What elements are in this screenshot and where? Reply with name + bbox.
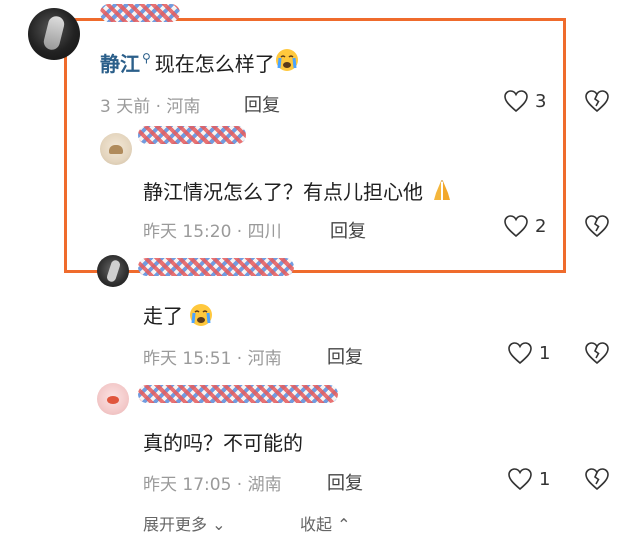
comment-text-row: 静江情况怎么了？有点儿担心他: [143, 176, 455, 209]
comment-meta: 昨天 15:51 · 河南: [143, 349, 282, 369]
crying-face-icon: [275, 48, 299, 77]
author-badge-icon: ⚲: [142, 50, 151, 65]
like-button[interactable]: 3: [503, 89, 546, 113]
reply-button[interactable]: 回复: [244, 91, 280, 117]
comment-text: 走了: [143, 304, 183, 328]
broken-heart-icon: [585, 90, 609, 113]
like-count: 3: [535, 90, 547, 112]
avatar[interactable]: [100, 133, 132, 165]
dislike-button[interactable]: [584, 341, 610, 365]
comment-meta: 3 天前 · 河南: [100, 97, 201, 117]
comment-text: 现在怎么样了: [154, 52, 275, 76]
avatar[interactable]: [28, 8, 80, 60]
masked-username: [100, 4, 180, 22]
dislike-button[interactable]: [584, 214, 610, 238]
heart-icon: [504, 215, 528, 238]
like-count: 1: [539, 342, 551, 364]
reply-button[interactable]: 回复: [327, 343, 363, 369]
avatar[interactable]: [97, 255, 129, 287]
comment-meta: 昨天 17:05 · 湖南: [143, 475, 282, 495]
heart-icon: [504, 90, 528, 113]
comment-text: 静江情况怎么了？有点儿担心他: [143, 180, 423, 204]
comment-meta: 昨天 15:20 · 四川: [143, 222, 282, 242]
masked-username: [138, 385, 338, 403]
author-name[interactable]: 静江: [100, 48, 140, 77]
reply-button[interactable]: 回复: [330, 217, 366, 243]
reply-button[interactable]: 回复: [327, 469, 363, 495]
folded-hands-icon: [429, 178, 455, 209]
like-count: 1: [539, 468, 551, 490]
heart-icon: [508, 468, 532, 491]
dislike-button[interactable]: [584, 89, 610, 113]
like-count: 2: [535, 215, 547, 237]
comment-text-row: 走了: [143, 300, 213, 332]
dislike-button[interactable]: [584, 467, 610, 491]
like-button[interactable]: 2: [503, 214, 546, 238]
author-row: 静江 ⚲ 现在怎么样了: [100, 48, 299, 77]
avatar[interactable]: [97, 383, 129, 415]
broken-heart-icon: [585, 215, 609, 238]
masked-username: [138, 258, 294, 276]
masked-username: [138, 126, 246, 144]
expand-more-button[interactable]: 展开更多 ⌄: [143, 511, 226, 535]
broken-heart-icon: [585, 468, 609, 491]
like-button[interactable]: 1: [507, 341, 550, 365]
comment-text: 真的吗？不可能的: [143, 431, 303, 455]
like-button[interactable]: 1: [507, 467, 550, 491]
crying-face-icon: [189, 303, 213, 332]
broken-heart-icon: [585, 342, 609, 365]
heart-icon: [508, 342, 532, 365]
collapse-button[interactable]: 收起 ⌃: [300, 511, 351, 535]
